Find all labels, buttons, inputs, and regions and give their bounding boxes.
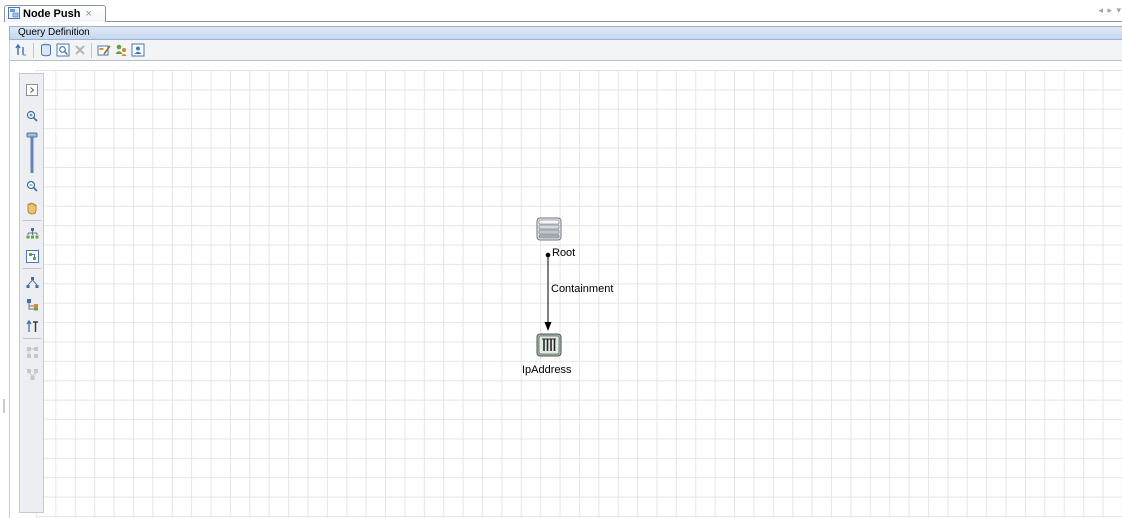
orthogonal-layout-icon: [26, 298, 38, 310]
panel-title: Query Definition: [18, 27, 90, 38]
expand-icon: [26, 84, 38, 96]
properties-arrow-button[interactable]: [13, 42, 30, 59]
zoom-in-icon: [26, 110, 38, 122]
panel-header: Query Definition: [9, 26, 1122, 40]
user-calendar-button[interactable]: [129, 42, 146, 59]
sort-icon: [25, 319, 38, 332]
preview-search-icon: [56, 43, 69, 57]
ip-address-node[interactable]: [536, 333, 562, 360]
database-button[interactable]: [37, 42, 54, 59]
palette-separator: [23, 338, 41, 339]
palette-separator: [23, 220, 41, 221]
orthogonal-layout-button[interactable]: [24, 296, 40, 312]
preview-button[interactable]: [54, 42, 71, 59]
toolbar-separator: [91, 42, 92, 58]
zoom-slider[interactable]: [24, 131, 40, 175]
ip-address-node-label: IpAddress: [522, 364, 572, 376]
zoom-out-button[interactable]: [24, 178, 40, 194]
layout-disabled-1-icon: [26, 346, 38, 358]
query-node-tab-icon: [8, 6, 20, 22]
editor-tab-strip: Node Push × ◂ ▸ ▾: [0, 0, 1122, 22]
tab-navigation-arrows[interactable]: ◂ ▸ ▾: [1098, 5, 1122, 16]
delete-button[interactable]: [71, 42, 88, 59]
users-icon: [115, 44, 126, 56]
fit-to-window-button[interactable]: [24, 248, 40, 264]
layout-disabled-2-button: [24, 366, 40, 382]
hierarchical-layout-icon: [26, 227, 38, 238]
root-node[interactable]: [536, 217, 562, 244]
palette-separator: [23, 268, 41, 269]
pan-button[interactable]: [24, 200, 40, 216]
containment-edge-label: Containment: [551, 283, 614, 295]
edit-properties-button[interactable]: [95, 42, 112, 59]
hierarchical-layout-button[interactable]: [24, 225, 40, 241]
zoom-in-button[interactable]: [24, 108, 40, 124]
fit-to-window-icon: [25, 249, 39, 263]
toolbar-separator: [33, 42, 34, 58]
sort-button[interactable]: [24, 318, 40, 334]
query-toolbar: [9, 40, 1122, 61]
users-button[interactable]: [112, 42, 129, 59]
canvas-tools-palette: [19, 73, 44, 513]
tab-node-push[interactable]: Node Push ×: [4, 5, 106, 22]
ip-address-icon: [536, 333, 562, 357]
delete-x-icon: [74, 45, 85, 55]
zoom-out-icon: [26, 180, 38, 192]
tree-layout-button[interactable]: [24, 274, 40, 290]
edit-properties-icon: [97, 45, 111, 56]
root-server-icon: [536, 217, 562, 241]
properties-arrow-icon: [14, 43, 26, 56]
pan-hand-icon: [27, 202, 37, 215]
expand-button[interactable]: [24, 82, 40, 98]
layout-disabled-2-icon: [26, 368, 38, 380]
database-icon: [40, 43, 51, 57]
layout-disabled-1-button: [24, 344, 40, 360]
tab-close-icon[interactable]: ×: [85, 8, 91, 20]
panel-resize-handle[interactable]: [3, 399, 5, 413]
tab-panel-border: [106, 21, 1122, 22]
user-calendar-icon: [131, 43, 144, 57]
tree-layout-icon: [26, 276, 38, 288]
tab-title: Node Push: [23, 8, 81, 20]
root-node-label: Root: [552, 247, 576, 259]
